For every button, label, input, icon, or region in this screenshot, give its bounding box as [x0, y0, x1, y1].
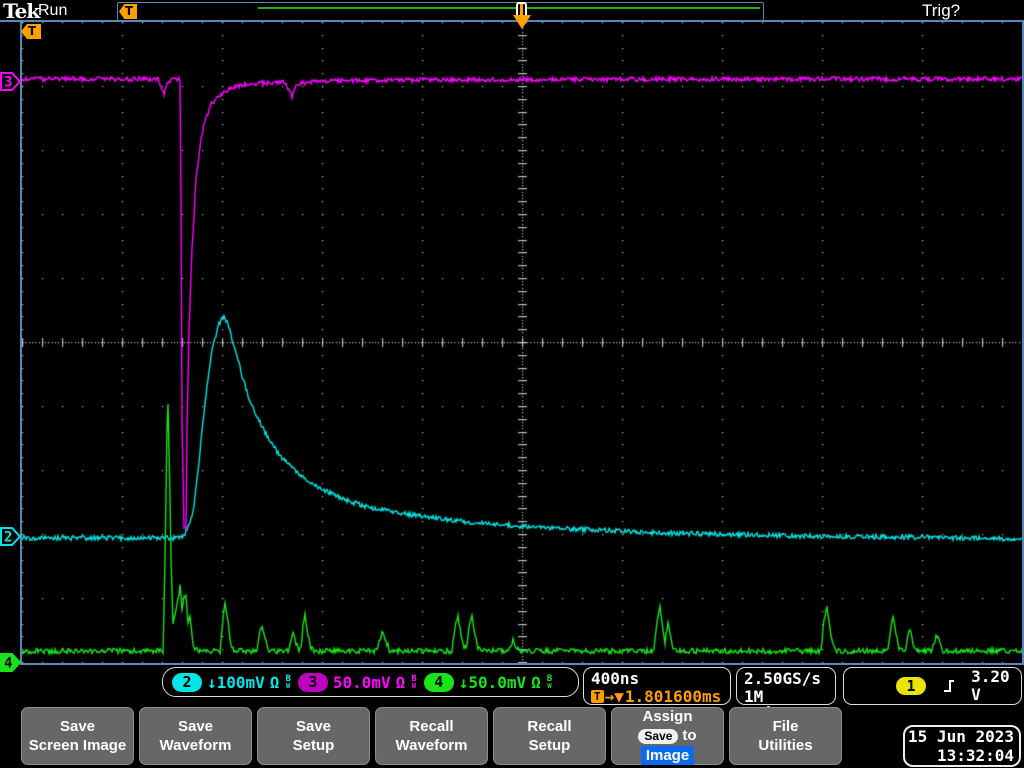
- button-label: Setup: [528, 737, 571, 754]
- channel-4-marker[interactable]: 4: [0, 653, 21, 672]
- trigger-status-label: Trig?: [922, 1, 961, 20]
- button-label: Utilities: [758, 737, 813, 754]
- horizontal-delay-row: T →▼ 1.801600ms: [591, 686, 723, 706]
- rising-edge-icon: [944, 680, 955, 692]
- trigger-source-badge: 1: [896, 677, 926, 695]
- sample-rate: 2.50GS/s: [744, 669, 822, 688]
- channel-3-badge: 3: [297, 672, 328, 692]
- channel-4-readout[interactable]: 4 ↓50.0mV Ω BW: [423, 672, 553, 692]
- recall-setup-button[interactable]: Recall Setup: [493, 707, 606, 765]
- button-label: Waveform: [159, 737, 232, 754]
- button-label: Setup: [292, 737, 335, 754]
- assign-save-to-image-button[interactable]: Assign Save to Image: [611, 707, 724, 766]
- acquisition-status: Run: [38, 2, 68, 19]
- button-label: to: [682, 727, 697, 745]
- save-screen-image-button[interactable]: Save Screen Image: [21, 707, 134, 765]
- channel-3-readout[interactable]: 3 50.0mV Ω BW: [297, 672, 417, 692]
- button-label: Assign: [642, 707, 693, 725]
- channel-2-marker[interactable]: 2: [0, 527, 21, 546]
- channel-3-coupling: Ω: [395, 672, 406, 692]
- button-label: Save: [59, 717, 96, 735]
- datetime-display: 15 Jun 2023 13:32:04: [903, 725, 1021, 767]
- channel-3-marker[interactable]: 3: [0, 72, 21, 91]
- channel-4-bandwidth-icon: BW: [546, 673, 553, 690]
- delay-arrows-icon: →▼: [604, 686, 624, 706]
- channel-2-bandwidth-icon: BW: [285, 673, 291, 690]
- date-value: 15 Jun 2023: [908, 726, 1014, 746]
- trigger-time-indicator-icon[interactable]: [513, 15, 531, 29]
- trigger-readout[interactable]: 1 3.20 V: [843, 667, 1022, 705]
- horizontal-delay-value: 1.801600ms: [624, 686, 722, 706]
- oscilloscope-screen: Tek Run T Trig? T 3 2 4 2 ↓100mV Ω BW 3: [0, 0, 1024, 768]
- button-label: Recall: [409, 717, 454, 735]
- save-setup-button[interactable]: Save Setup: [257, 707, 370, 765]
- waveform-display: [22, 22, 1022, 663]
- channel-2-scale: ↓100mV: [207, 672, 265, 692]
- assign-save-row: Save to: [638, 726, 697, 746]
- acquisition-readout[interactable]: 2.50GS/s 1M points: [736, 667, 836, 723]
- trigger-level: 3.20 V: [971, 667, 1010, 704]
- channel-3-scale: 50.0mV: [332, 672, 391, 692]
- button-label: Screen Image: [28, 737, 127, 754]
- horizontal-scale: 400ns: [591, 669, 640, 688]
- save-key-icon: Save: [638, 728, 679, 744]
- channel-4-scale: ↓50.0mV: [458, 672, 527, 692]
- trigger-t-icon: T: [591, 689, 604, 703]
- button-label: Save: [177, 717, 214, 735]
- channel-4-badge: 4: [423, 672, 454, 692]
- channel-readout-bar: 2 ↓100mV Ω BW 3 50.0mV Ω BW 4 ↓50.0mV Ω …: [162, 667, 579, 697]
- channel-2-readout[interactable]: 2 ↓100mV Ω BW: [172, 672, 291, 692]
- assign-target-value: Image: [640, 745, 695, 766]
- channel-4-marker-label: 4: [4, 656, 12, 672]
- button-label: Waveform: [395, 737, 468, 754]
- channel-3-bandwidth-icon: BW: [411, 673, 417, 690]
- recall-waveform-button[interactable]: Recall Waveform: [375, 707, 488, 765]
- time-value: 13:32:04: [936, 746, 1014, 765]
- file-utilities-button[interactable]: File Utilities: [729, 707, 842, 765]
- channel-4-coupling: Ω: [531, 672, 541, 692]
- horizontal-readout[interactable]: 400ns T →▼ 1.801600ms: [583, 667, 731, 705]
- record-view-waveform-line: [258, 7, 760, 9]
- button-label: Recall: [527, 717, 572, 735]
- save-waveform-button[interactable]: Save Waveform: [139, 707, 252, 765]
- channel-2-badge: 2: [172, 672, 202, 692]
- channel-3-marker-label: 3: [4, 75, 12, 91]
- top-status-bar: Tek Run T Trig?: [0, 0, 1024, 23]
- channel-2-marker-label: 2: [4, 530, 12, 546]
- channel-2-coupling: Ω: [269, 672, 280, 692]
- button-label: Save: [295, 717, 332, 735]
- button-label: File: [772, 717, 799, 735]
